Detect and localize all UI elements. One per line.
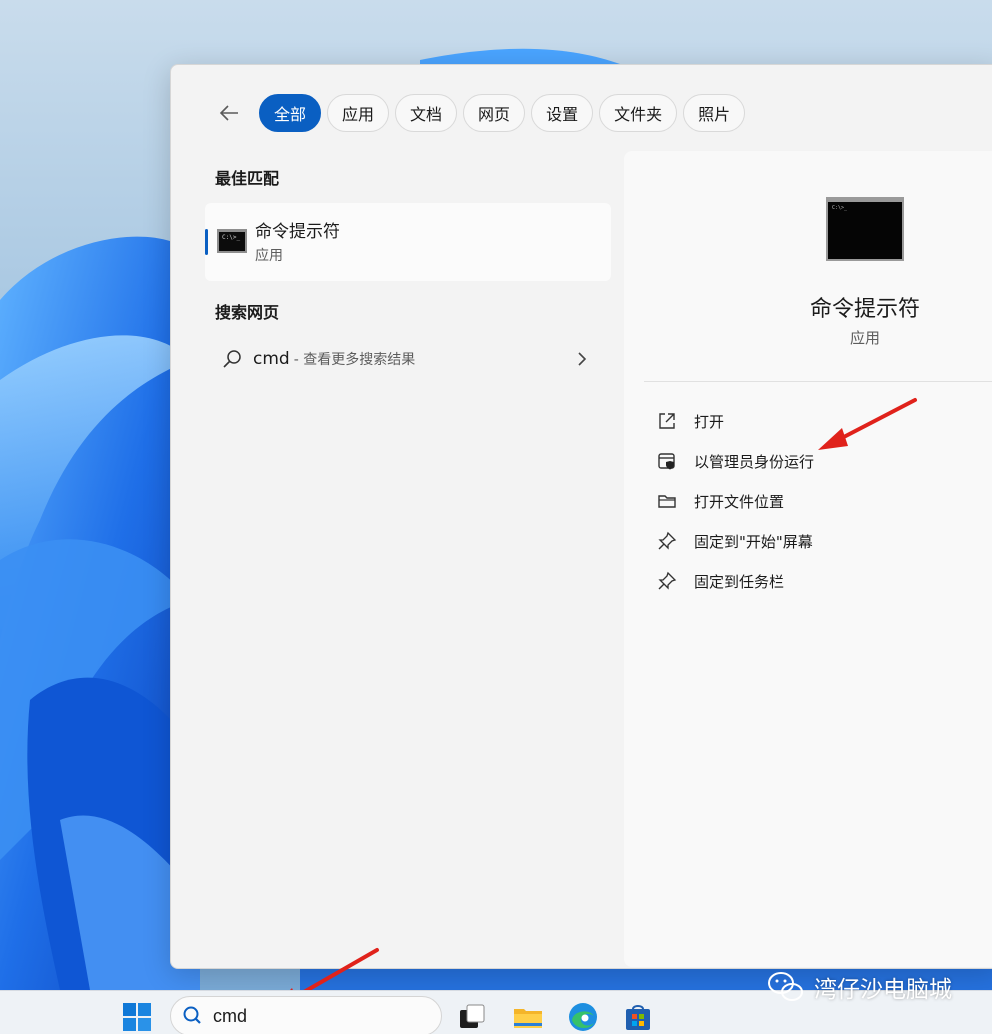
selection-indicator <box>205 229 208 255</box>
windows-start-icon[interactable] <box>121 1001 153 1033</box>
tab-folders[interactable]: 文件夹 <box>599 94 678 132</box>
command-prompt-large-icon: C:\>_ <box>826 197 904 261</box>
filter-tabs: 全部 应用 文档 网页 设置 文件夹 照片 <box>211 93 746 133</box>
external-open-icon <box>656 410 678 432</box>
search-flyout: 全部 应用 文档 网页 设置 文件夹 照片 最佳匹配 C:\>_ 命令提示符 应… <box>170 64 992 969</box>
tab-all[interactable]: 全部 <box>259 94 322 132</box>
web-search-heading: 搜索网页 <box>215 303 280 322</box>
web-query: cmd <box>253 349 290 369</box>
search-icon <box>183 1006 201 1024</box>
tab-apps[interactable]: 应用 <box>327 94 390 132</box>
tab-documents[interactable]: 文档 <box>395 94 458 132</box>
action-run-as-admin[interactable]: 以管理员身份运行 <box>656 441 814 481</box>
admin-shield-icon <box>656 450 678 472</box>
edge-browser-icon[interactable] <box>567 1001 599 1033</box>
pin-icon <box>656 570 678 592</box>
microsoft-store-icon[interactable] <box>622 1001 654 1033</box>
action-pin-to-taskbar[interactable]: 固定到任务栏 <box>656 561 814 601</box>
tab-photos[interactable]: 照片 <box>683 94 746 132</box>
action-pin-to-start[interactable]: 固定到"开始"屏幕 <box>656 521 814 561</box>
chevron-right-icon <box>578 352 587 366</box>
action-open-file-location[interactable]: 打开文件位置 <box>656 481 814 521</box>
result-title: 命令提示符 <box>255 222 340 242</box>
action-list: 打开 以管理员身份运行 打开文件位置 固定到"开始"屏幕 固定到任务栏 <box>656 401 814 601</box>
watermark: 湾仔沙电脑城 <box>766 970 952 1004</box>
wechat-icon <box>768 972 803 1001</box>
pin-icon <box>656 530 678 552</box>
taskbar-search-box[interactable] <box>170 996 442 1034</box>
best-match-result[interactable]: C:\>_ 命令提示符 应用 <box>205 203 611 281</box>
web-search-result[interactable]: cmd - 查看更多搜索结果 <box>205 335 611 383</box>
taskbar-search-input[interactable] <box>213 1005 413 1027</box>
action-open[interactable]: 打开 <box>656 401 814 441</box>
file-explorer-icon[interactable] <box>512 1001 544 1033</box>
back-button[interactable] <box>211 94 249 132</box>
arrow-left-icon <box>219 105 238 121</box>
detail-subtitle: 应用 <box>849 329 880 347</box>
task-view-icon[interactable] <box>456 1001 488 1033</box>
best-match-heading: 最佳匹配 <box>215 169 280 188</box>
detail-pane: C:\>_ 命令提示符 应用 打开 以管理员身份运行 打开文件位置 固定到"开始… <box>624 151 992 967</box>
divider <box>644 381 992 382</box>
folder-icon <box>656 490 678 512</box>
command-prompt-icon: C:\>_ <box>217 229 247 253</box>
tab-settings[interactable]: 设置 <box>531 94 594 132</box>
watermark-text: 湾仔沙电脑城 <box>814 977 952 1003</box>
tab-web[interactable]: 网页 <box>463 94 526 132</box>
result-subtitle: 应用 <box>255 248 283 264</box>
search-icon <box>223 350 241 368</box>
web-hint: - 查看更多搜索结果 <box>293 352 416 368</box>
detail-title: 命令提示符 <box>809 297 920 322</box>
